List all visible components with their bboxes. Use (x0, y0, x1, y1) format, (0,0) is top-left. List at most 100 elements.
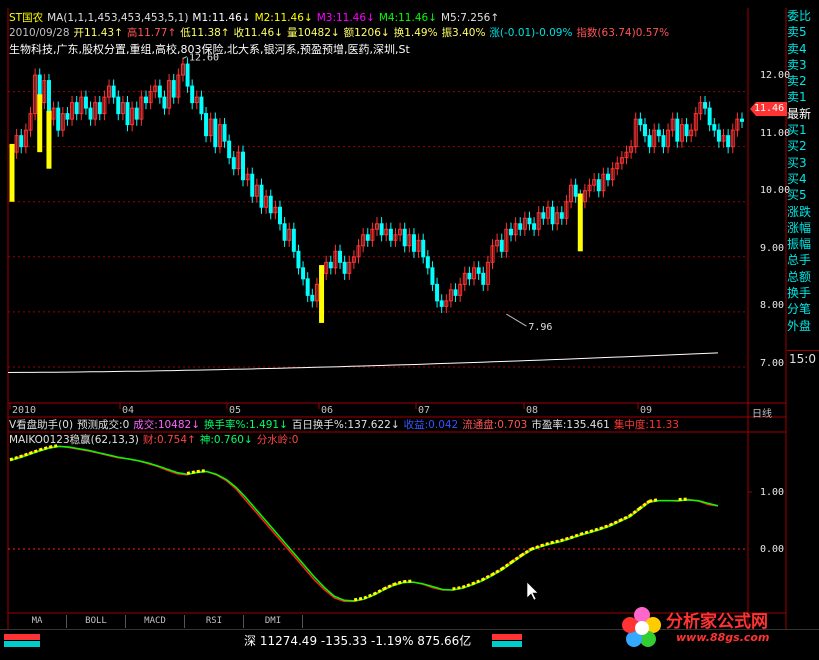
legend-item: MAIKO0123稳赢(62,13,3) (9, 434, 139, 446)
candle-body (421, 239, 426, 258)
candle-body (74, 102, 79, 115)
candle-body (467, 272, 472, 280)
candle-body (661, 135, 666, 148)
candle-body (527, 217, 532, 225)
side-item[interactable]: 换手 (787, 285, 819, 301)
watermark-url: www.88gs.com (676, 631, 770, 644)
side-item[interactable]: 卖3 (787, 57, 819, 73)
side-item[interactable]: 买1 (787, 122, 819, 138)
candle-body (231, 157, 236, 170)
x-tick-label: 04 (122, 405, 135, 416)
candle-body (199, 96, 204, 115)
x-tick-label: 05 (229, 405, 242, 416)
legend-item: 财:0.754↑ (142, 434, 196, 446)
signal-bar (46, 110, 52, 169)
side-item[interactable]: 买4 (787, 171, 819, 187)
x-tick-label: 2010 (12, 405, 37, 416)
legend-item: 集中度:11.33 (613, 419, 679, 431)
candle-body (171, 80, 176, 98)
candle-body (296, 250, 301, 269)
annotation-label: 7.96 (528, 322, 552, 333)
candle-body (550, 206, 555, 225)
side-item[interactable]: 总额 (787, 269, 819, 285)
legend-item: 收益:0.042 (403, 419, 459, 431)
candle-body (435, 283, 440, 302)
side-item[interactable]: 外盘 (787, 318, 819, 334)
candle-body (301, 267, 306, 280)
side-item[interactable]: 涨幅 (787, 220, 819, 236)
status-gauge-cyan (4, 641, 40, 647)
side-item[interactable]: 卖2 (787, 73, 819, 89)
status-gauge-red (4, 634, 40, 640)
side-item[interactable]: 总手 (787, 252, 819, 268)
signal-bar (319, 265, 325, 323)
legend-item: 指数(63.74)0.57% (576, 27, 670, 39)
side-item[interactable]: 买2 (787, 138, 819, 154)
candle-body (675, 118, 680, 142)
y-tick-label: 8.00 (760, 300, 785, 311)
candle-body (134, 107, 139, 120)
tab-dmi[interactable]: DMI (244, 615, 303, 628)
candle-body (573, 184, 578, 197)
candle-body (65, 113, 70, 120)
candle-body (379, 223, 384, 236)
candle-body (291, 228, 296, 252)
legend-item: 额1206↓ (343, 27, 390, 39)
side-item[interactable]: 卖4 (787, 41, 819, 57)
side-item[interactable]: 涨跌 (787, 204, 819, 220)
x-tick-label: 07 (418, 405, 431, 416)
candle-body (282, 223, 287, 241)
signal-bar (577, 193, 583, 252)
candle-body (241, 151, 246, 181)
legend-item: 2010/09/28 (9, 27, 70, 39)
side-item[interactable]: 买3 (787, 155, 819, 171)
candle-body (638, 118, 643, 126)
side-item[interactable]: 委比 (787, 8, 819, 24)
legend-item: M5:7.256↑ (440, 12, 500, 24)
side-item[interactable]: 买5 (787, 187, 819, 203)
candle-body (596, 179, 601, 192)
candle-body (684, 124, 689, 137)
legend-item: 成交:10482↓ (133, 419, 201, 431)
candle-body (116, 96, 121, 115)
tab-ma[interactable]: MA (8, 615, 67, 628)
candle-body (559, 212, 564, 219)
x-tick-label: 09 (640, 405, 653, 416)
candle-body (83, 96, 88, 109)
candle-body (190, 85, 195, 104)
candle-body (259, 184, 264, 208)
legend-item: 量10482↓ (286, 27, 340, 39)
side-item[interactable]: 最新 (787, 106, 819, 122)
chart-canvas: 12.607.96 (0, 0, 787, 630)
tab-rsi[interactable]: RSI (185, 615, 244, 628)
candle-body (19, 135, 24, 148)
volume-info-bar: V看盘助手(0) 预测成交:0 成交:10482↓ 换手率%:1.491↓ 百日换手%:… (9, 419, 683, 432)
side-item[interactable]: 卖5 (787, 24, 819, 40)
side-item[interactable]: 分笔 (787, 301, 819, 317)
side-divider (787, 350, 819, 351)
quote-summary: 2010/09/28 开11.43↑ 高11.77↑ 低11.38↑ 收11.46↓ 量1… (9, 27, 673, 40)
legend-item: 开11.43↑ (73, 27, 123, 39)
order-book-panel: 委比 卖5 卖4 卖3 卖2 卖1 最新 买1 买2 买3 买4 买5 涨跌 涨幅 振幅 总手 总额 换手 分笔 外盘 (787, 8, 819, 334)
tab-boll[interactable]: BOLL (67, 615, 126, 628)
side-item[interactable]: 振幅 (787, 236, 819, 252)
candle-body (250, 173, 255, 197)
candle-body (305, 278, 310, 296)
candle-body (656, 129, 661, 137)
candle-body (97, 102, 102, 115)
legend-item: 流通盘:0.703 (462, 419, 528, 431)
candle-body (388, 228, 393, 241)
candle-body (425, 256, 430, 269)
candle-body (740, 118, 744, 122)
y-tick-label: 9.00 (760, 243, 785, 254)
legend-item: 百日换手%:137.622↓ (291, 419, 400, 431)
candle-body (185, 63, 190, 87)
candle-body (56, 107, 61, 131)
tab-macd[interactable]: MACD (126, 615, 185, 628)
candle-body (310, 294, 315, 302)
side-item[interactable]: 卖1 (787, 89, 819, 105)
candle-body (726, 135, 731, 148)
legend-item: 预测成交:0 (77, 419, 130, 431)
legend-item: 振3.40% (441, 27, 486, 39)
index-quote: 深 11274.49 -135.33 -1.19% 875.66亿 (244, 634, 472, 648)
